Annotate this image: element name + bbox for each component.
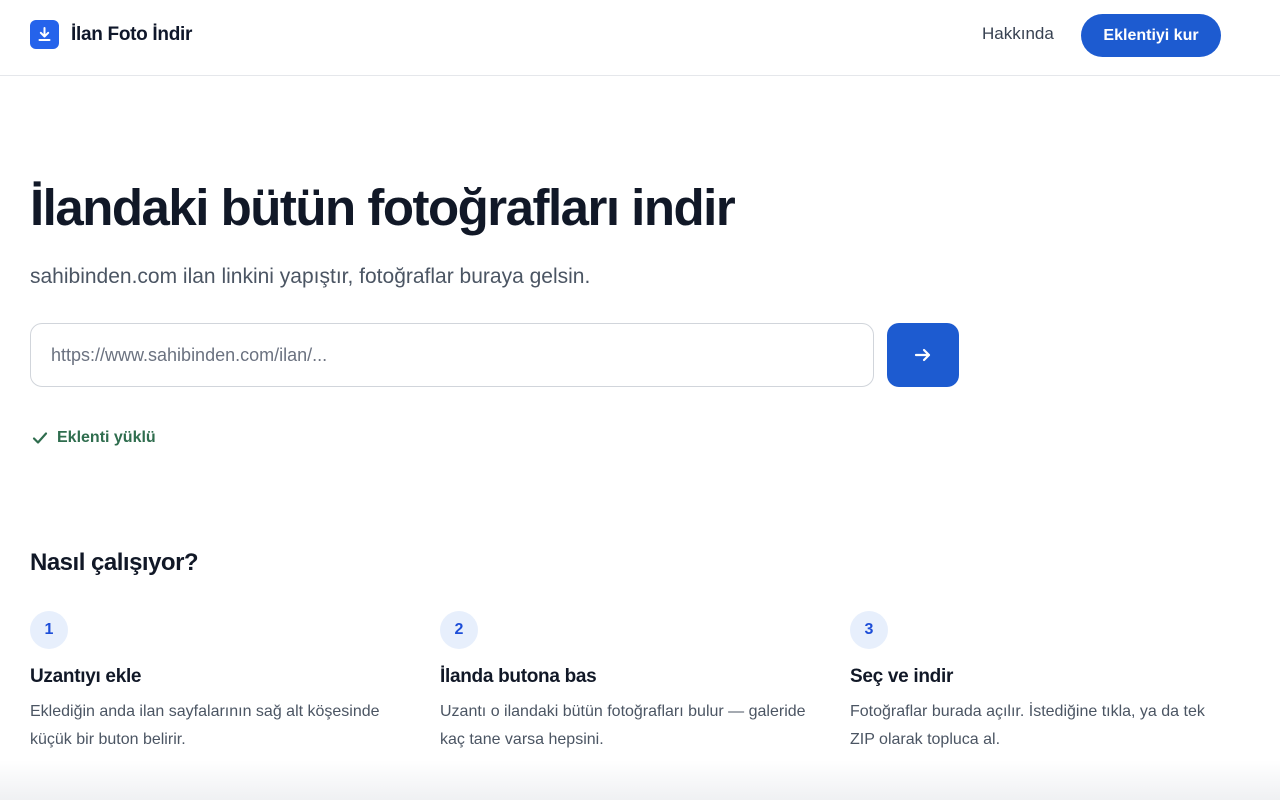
step-title: Uzantıyı ekle (30, 666, 142, 687)
step-number-badge: 3 (850, 611, 888, 649)
page-title: İlandaki bütün fotoğrafları indir (30, 179, 736, 236)
step-1: 1 Uzantıyı ekle Eklediğin anda ilan sayf… (30, 611, 410, 754)
step-description: Fotoğraflar burada açılır. İstediğine tı… (850, 703, 1205, 748)
extension-status-text: Eklenti yüklü (57, 429, 156, 446)
bottom-fade (0, 760, 1280, 800)
step-description: Eklediğin anda ilan sayfalarının sağ alt… (30, 703, 380, 748)
arrow-right-icon (914, 348, 931, 362)
check-icon (32, 432, 48, 444)
step-title: Seç ve indir (850, 666, 954, 687)
brand-name: İlan Foto İndir (71, 23, 193, 45)
step-description: Uzantı o ilandaki bütün fotoğrafları bul… (440, 703, 806, 748)
brand[interactable]: İlan Foto İndir (30, 20, 192, 49)
nav-about-link[interactable]: Hakkında (982, 24, 1054, 44)
how-it-works-title: Nasıl çalışıyor? (30, 549, 199, 576)
extension-status: Eklenti yüklü (31, 429, 156, 447)
listing-url-input[interactable] (30, 323, 874, 387)
submit-url-button[interactable] (887, 323, 959, 387)
install-extension-button[interactable]: Eklentiyi kur (1081, 14, 1221, 57)
step-number-badge: 1 (30, 611, 68, 649)
download-icon (30, 20, 59, 49)
step-3: 3 Seç ve indir Fotoğraflar burada açılır… (850, 611, 1230, 754)
step-2: 2 İlanda butona bas Uzantı o ilandaki bü… (440, 611, 820, 754)
step-title: İlanda butona bas (440, 666, 597, 687)
step-number-badge: 2 (440, 611, 478, 649)
top-bar: İlan Foto İndir Hakkında Eklentiyi kur (0, 0, 1280, 76)
page-subtitle: sahibinden.com ilan linkini yapıştır, fo… (30, 265, 591, 288)
